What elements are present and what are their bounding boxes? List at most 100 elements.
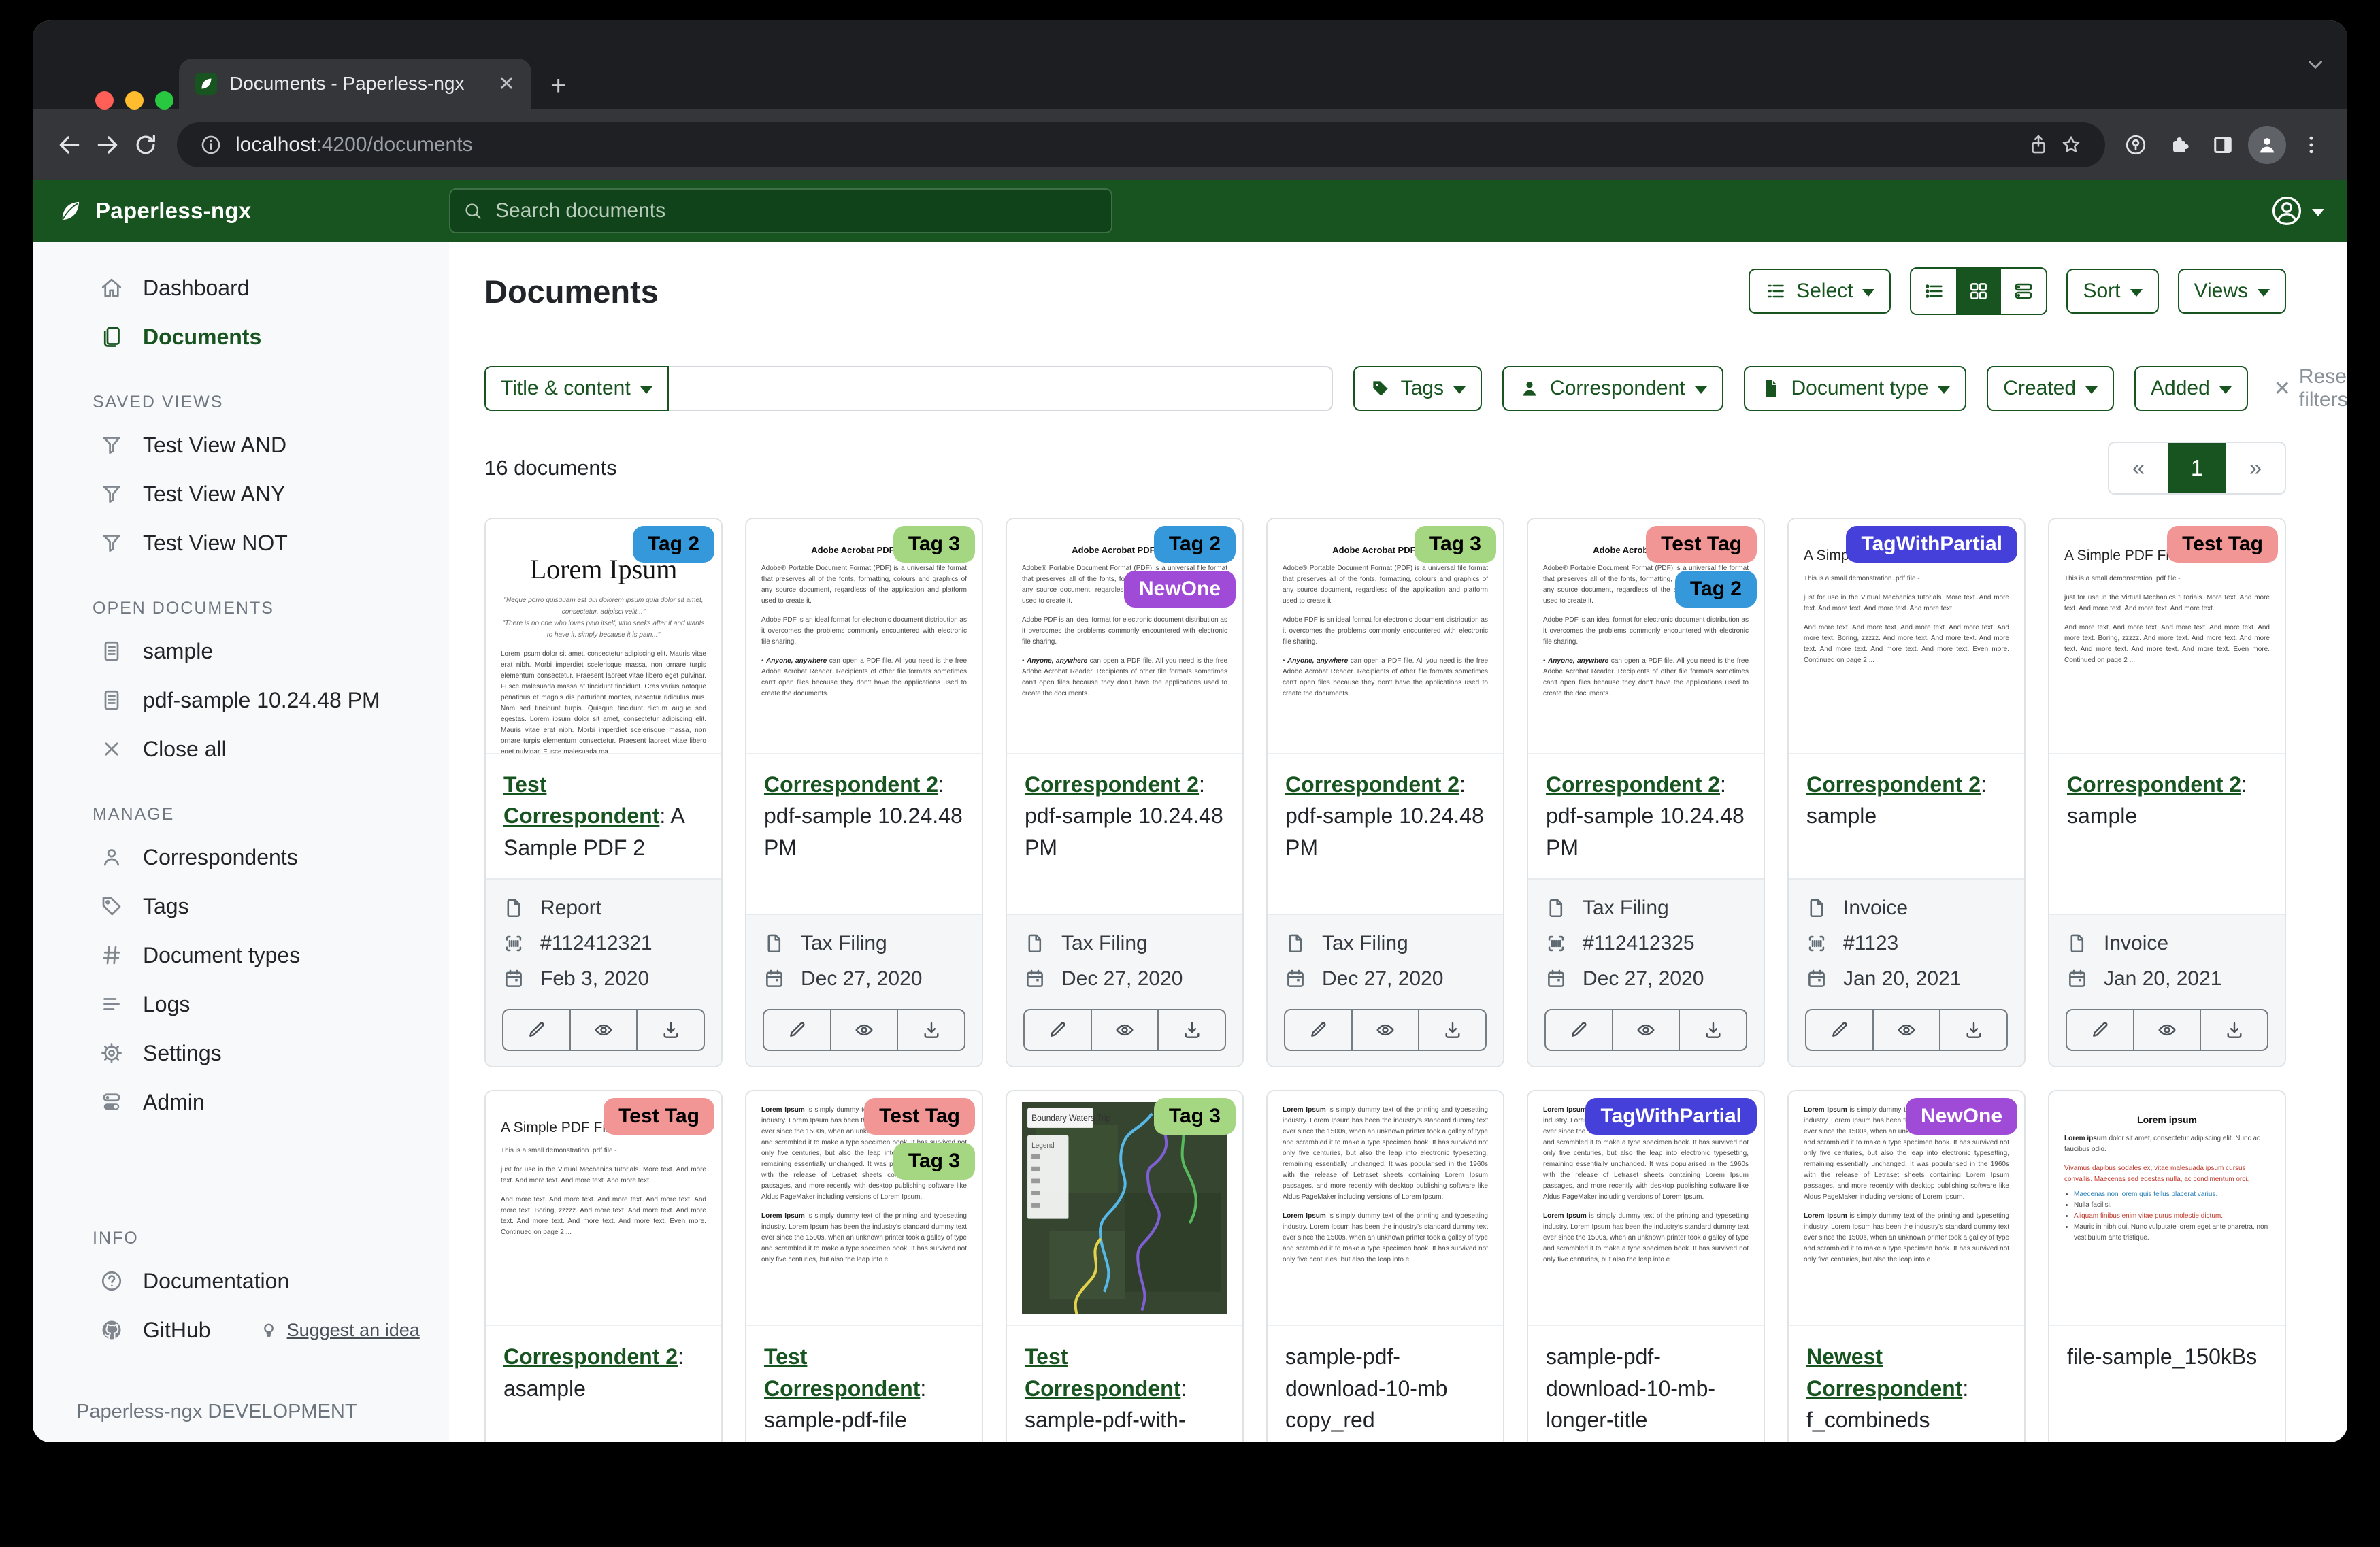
- browser-tab[interactable]: Documents - Paperless-ngx ✕: [179, 59, 531, 109]
- correspondent-link[interactable]: Test Correspondent: [764, 1344, 920, 1400]
- tag-badge[interactable]: NewOne: [1124, 571, 1236, 608]
- filter-tags-button[interactable]: Tags: [1353, 366, 1482, 411]
- reset-filters-button[interactable]: ✕Reset filters: [2274, 365, 2347, 412]
- new-tab-button[interactable]: +: [550, 72, 566, 99]
- document-card-title[interactable]: Correspondent 2: asample: [486, 1326, 721, 1442]
- sidebar-item-open-sample[interactable]: sample: [33, 627, 449, 676]
- correspondent-link[interactable]: Correspondent 2: [2067, 772, 2241, 797]
- sidebar-item-settings[interactable]: Settings: [33, 1029, 449, 1078]
- document-card[interactable]: Lorem Ipsum is simply dummy text of the …: [1266, 1090, 1504, 1442]
- document-thumbnail[interactable]: Adobe Acrobat PDF FilesAdobe® Portable D…: [746, 519, 982, 754]
- document-card[interactable]: Lorem Ipsum is simply dummy text of the …: [1787, 1090, 2026, 1442]
- detail-view-button[interactable]: [2001, 269, 2046, 314]
- tag-badge[interactable]: Tag 3: [893, 526, 975, 563]
- filter-created-button[interactable]: Created: [1987, 366, 2114, 411]
- download-button[interactable]: [636, 1010, 704, 1050]
- document-thumbnail[interactable]: A Simple PDF FileThis is a small demonst…: [486, 1091, 721, 1326]
- document-card-title[interactable]: Correspondent 2: pdf-sample 10.24.48 PM: [1007, 754, 1242, 914]
- document-card-title[interactable]: sample-pdf-download-10-mb-longer-title: [1528, 1326, 1764, 1442]
- edit-button[interactable]: [1806, 1010, 1872, 1050]
- sidebar-item-logs[interactable]: Logs: [33, 980, 449, 1029]
- document-card-title[interactable]: Correspondent 2: sample: [1789, 754, 2024, 878]
- back-button[interactable]: [50, 126, 88, 164]
- tag-badge[interactable]: Test Tag: [1646, 526, 1757, 563]
- document-card-title[interactable]: Newest Correspondent: f_combineds: [1789, 1326, 2024, 1442]
- view-button[interactable]: [1872, 1010, 1940, 1050]
- filter-document-type-button[interactable]: Document type: [1744, 366, 1967, 411]
- correspondent-link[interactable]: Correspondent 2: [764, 772, 938, 797]
- user-menu[interactable]: [2270, 194, 2324, 228]
- grid-view-button[interactable]: [1956, 269, 2001, 314]
- correspondent-link[interactable]: Test Correspondent: [1025, 1344, 1180, 1400]
- filter-correspondent-button[interactable]: Correspondent: [1502, 366, 1723, 411]
- share-icon[interactable]: [2022, 129, 2055, 161]
- sidebar-item-dashboard[interactable]: Dashboard: [33, 263, 449, 312]
- title-content-input[interactable]: [669, 366, 1333, 411]
- tag-badge[interactable]: Tag 2: [633, 526, 714, 563]
- sidebar-item-correspondents[interactable]: Correspondents: [33, 833, 449, 882]
- download-button[interactable]: [897, 1010, 964, 1050]
- document-card[interactable]: A Simple PDF FileThis is a small demonst…: [1787, 518, 2026, 1067]
- document-card-title[interactable]: Correspondent 2: sample: [2049, 754, 2285, 914]
- tab-close-icon[interactable]: ✕: [498, 72, 515, 96]
- forward-button[interactable]: [88, 126, 127, 164]
- download-button[interactable]: [1157, 1010, 1225, 1050]
- download-button[interactable]: [1418, 1010, 1485, 1050]
- sidebar-item-test-view-not[interactable]: Test View NOT: [33, 518, 449, 567]
- edit-button[interactable]: [764, 1010, 830, 1050]
- document-card[interactable]: A Simple PDF FileThis is a small demonst…: [2048, 518, 2286, 1067]
- window-minimize-button[interactable]: [125, 91, 144, 110]
- download-button[interactable]: [1679, 1010, 1746, 1050]
- tag-badge[interactable]: TagWithPartial: [1846, 526, 2017, 563]
- document-card[interactable]: Lorem Ipsum"Neque porro quisquam est qui…: [484, 518, 723, 1067]
- edit-button[interactable]: [1546, 1010, 1612, 1050]
- edit-button[interactable]: [1025, 1010, 1091, 1050]
- tag-badge[interactable]: Tag 3: [893, 1143, 975, 1180]
- window-zoom-button[interactable]: [155, 91, 173, 110]
- tag-badge[interactable]: Tag 3: [1415, 526, 1496, 563]
- document-card-title[interactable]: Test Correspondent: sample-pdf-file: [746, 1326, 982, 1442]
- sidebar-item-tags[interactable]: Tags: [33, 882, 449, 931]
- document-card-title[interactable]: file-sample_150kBs: [2049, 1326, 2285, 1442]
- extensions-puzzle-icon[interactable]: [2161, 127, 2198, 163]
- list-view-button[interactable]: [1911, 269, 1956, 314]
- document-card-title[interactable]: Test Correspondent: sample-pdf-with-imag…: [1007, 1326, 1242, 1442]
- sidebar-item-test-view-any[interactable]: Test View ANY: [33, 469, 449, 518]
- browser-menu-kebab-icon[interactable]: [2293, 127, 2330, 163]
- sidebar-item-github-extra[interactable]: Suggest an idea: [259, 1320, 420, 1341]
- document-card-title[interactable]: Correspondent 2: pdf-sample 10.24.48 PM: [1528, 754, 1764, 878]
- correspondent-link[interactable]: Correspondent 2: [1285, 772, 1459, 797]
- document-card[interactable]: Boundary Waters TripLegendTag 3Test Corr…: [1006, 1090, 1244, 1442]
- site-info-icon[interactable]: [195, 129, 227, 161]
- correspondent-link[interactable]: Correspondent 2: [1546, 772, 1720, 797]
- tag-badge[interactable]: Test Tag: [604, 1098, 714, 1135]
- sort-button[interactable]: Sort: [2066, 269, 2158, 314]
- document-thumbnail[interactable]: A Simple PDF FileThis is a small demonst…: [1789, 519, 2024, 754]
- document-thumbnail[interactable]: Adobe Acrobat PDF FilesAdobe® Portable D…: [1007, 519, 1242, 754]
- sidebar-item-github[interactable]: GitHubSuggest an idea: [33, 1305, 449, 1354]
- edit-button[interactable]: [503, 1010, 569, 1050]
- view-button[interactable]: [1091, 1010, 1158, 1050]
- correspondent-link[interactable]: Correspondent 2: [503, 1344, 678, 1369]
- view-button[interactable]: [569, 1010, 637, 1050]
- correspondent-link[interactable]: Test Correspondent: [503, 772, 659, 828]
- document-thumbnail[interactable]: Lorem Ipsum"Neque porro quisquam est qui…: [486, 519, 721, 754]
- bookmark-star-icon[interactable]: [2055, 129, 2087, 161]
- view-button[interactable]: [1612, 1010, 1679, 1050]
- document-thumbnail[interactable]: Lorem ipsumLorem ipsum dolor sit amet, c…: [2049, 1091, 2285, 1326]
- view-button[interactable]: [1351, 1010, 1419, 1050]
- document-card-title[interactable]: Correspondent 2: pdf-sample 10.24.48 PM: [1268, 754, 1503, 914]
- tag-badge[interactable]: Tag 2: [1675, 571, 1757, 608]
- document-card-title[interactable]: sample-pdf-download-10-mb copy_red: [1268, 1326, 1503, 1442]
- sidebar-item-admin[interactable]: Admin: [33, 1078, 449, 1127]
- tag-badge[interactable]: Test Tag: [864, 1098, 975, 1135]
- document-card[interactable]: Adobe Acrobat PDF FilesAdobe® Portable D…: [745, 518, 983, 1067]
- document-card[interactable]: Lorem Ipsum is simply dummy text of the …: [1527, 1090, 1765, 1442]
- suggest-idea-link[interactable]: Suggest an idea: [287, 1320, 420, 1341]
- browser-profile-avatar[interactable]: [2248, 126, 2286, 164]
- pagination-prev-button[interactable]: «: [2109, 443, 2168, 493]
- title-content-dropdown[interactable]: Title & content: [484, 366, 669, 411]
- document-card[interactable]: Lorem ipsumLorem ipsum dolor sit amet, c…: [2048, 1090, 2286, 1442]
- document-thumbnail[interactable]: Adobe Acrobat PDF FilesAdobe® Portable D…: [1528, 519, 1764, 754]
- view-button[interactable]: [2133, 1010, 2200, 1050]
